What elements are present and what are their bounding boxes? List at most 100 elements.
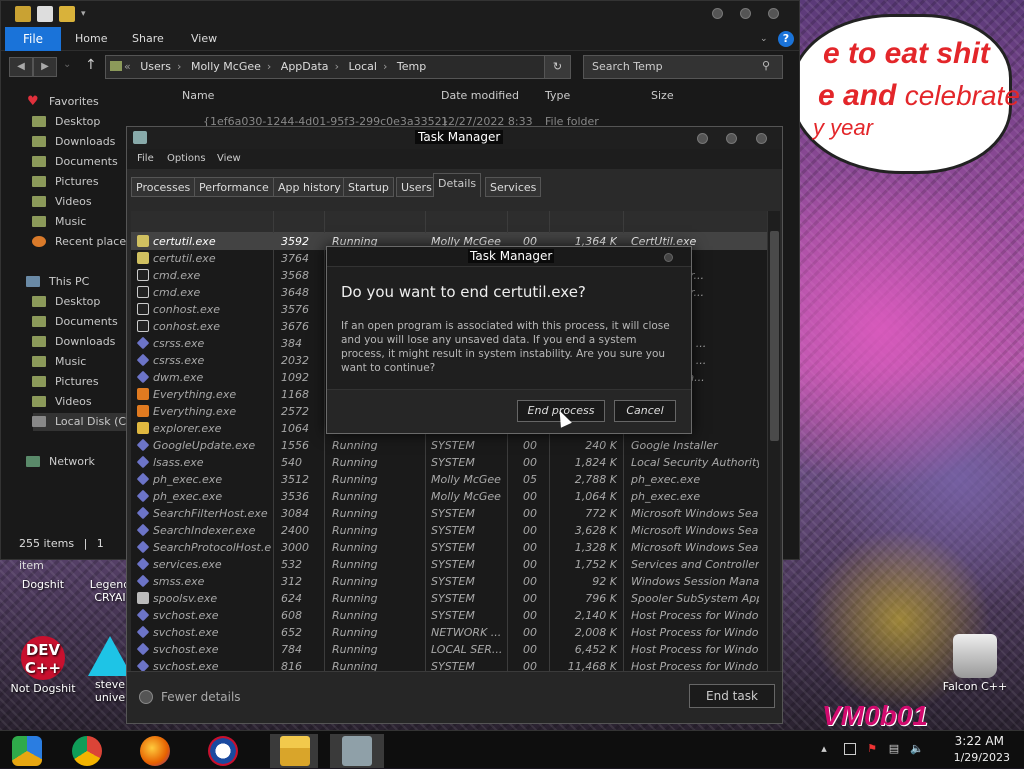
downloads-folder-icon — [32, 136, 46, 147]
crumb-temp[interactable]: Temp — [397, 60, 426, 73]
taskbar-app-task-manager[interactable] — [330, 734, 384, 768]
menu-options[interactable]: Options — [167, 153, 206, 164]
close-button[interactable] — [768, 8, 779, 19]
back-button[interactable]: ◀ — [9, 57, 33, 77]
col-date[interactable]: Date modified — [441, 89, 519, 102]
clock-date[interactable]: 1/29/2023 — [954, 751, 1010, 764]
crumb-users[interactable]: Users — [140, 60, 171, 73]
nav-pc-local-disk[interactable]: Local Disk (C:) — [32, 413, 134, 431]
crumb-local[interactable]: Local — [348, 60, 377, 73]
cell-name: csrss.exe — [153, 337, 205, 350]
table-row[interactable]: spoolsv.exe 624 Running SYSTEM 00 796 K Spoole… — [131, 590, 767, 607]
fewer-details-button[interactable]: Fewer details — [139, 689, 241, 705]
cell-cpu: 00 — [523, 439, 537, 452]
table-row[interactable]: svchost.exe 784 Running LOCAL SER... 00 6,452… — [131, 641, 767, 658]
menu-file[interactable]: File — [137, 153, 154, 164]
tab-services[interactable]: Services — [485, 177, 542, 197]
desktop-icon-falcon[interactable]: Falcon C++ — [932, 634, 1018, 693]
speech-bubble: e to eat shit e and celebrate y year — [790, 14, 1020, 174]
cell-desc: Services and Controller ... — [631, 558, 759, 571]
minimize-button[interactable] — [697, 133, 708, 144]
properties-icon[interactable] — [37, 6, 53, 22]
nav-label: Music — [55, 215, 87, 228]
maximize-button[interactable] — [740, 8, 751, 19]
address-bar[interactable]: « Users › Molly McGee › AppData › Local › Te… — [105, 55, 571, 79]
minimize-button[interactable] — [712, 8, 723, 19]
cell-desc: ph_exec.exe — [631, 490, 701, 503]
downloads-folder-icon — [32, 336, 46, 347]
scrollbar-thumb[interactable] — [770, 231, 779, 441]
table-row[interactable]: GoogleUpdate.exe 1556 Running SYSTEM 00 240 K… — [131, 437, 767, 454]
table-row[interactable]: services.exe 532 Running SYSTEM 00 1,752 K Ser… — [131, 556, 767, 573]
taskbar-app-firefox[interactable] — [130, 734, 180, 768]
table-row[interactable]: ph_exec.exe 3512 Running Molly McGee 05 2,788… — [131, 471, 767, 488]
tray-chevron-up-icon[interactable]: ▴ — [818, 743, 830, 755]
crumb-user[interactable]: Molly McGee — [191, 60, 261, 73]
tab-view[interactable]: View — [191, 27, 217, 51]
cell-user: LOCAL SER... — [431, 643, 503, 656]
show-desktop-icon[interactable] — [844, 743, 856, 755]
col-name[interactable]: Name — [182, 89, 214, 102]
taskbar-app-obama[interactable] — [198, 734, 248, 768]
crumb-appdata[interactable]: AppData — [281, 60, 329, 73]
nav-favorites[interactable]: ♥ Favorites — [27, 93, 99, 111]
close-button[interactable] — [756, 133, 767, 144]
cancel-button[interactable]: Cancel — [614, 400, 676, 422]
tab-processes[interactable]: Processes — [131, 177, 196, 197]
tab-users[interactable]: Users — [396, 177, 437, 197]
desktop-icon-dogshit[interactable]: Dogshit — [0, 578, 86, 591]
new-folder-icon[interactable] — [59, 6, 75, 22]
tab-app-history[interactable]: App history — [273, 177, 346, 197]
tab-home[interactable]: Home — [75, 27, 107, 51]
cell-pid: 312 — [281, 575, 302, 588]
forward-button[interactable]: ▶ — [33, 57, 57, 77]
col-size[interactable]: Size — [651, 89, 674, 102]
cell-user: SYSTEM — [431, 456, 475, 469]
table-row[interactable]: ph_exec.exe 3536 Running Molly McGee 00 1,064… — [131, 488, 767, 505]
tab-startup[interactable]: Startup — [343, 177, 394, 197]
tab-performance[interactable]: Performance — [194, 177, 274, 197]
table-row[interactable]: svchost.exe 816 Running SYSTEM 00 11,468 K Hos… — [131, 658, 767, 671]
table-row[interactable]: lsass.exe 540 Running SYSTEM 00 1,824 K Local … — [131, 454, 767, 471]
folder-icon — [15, 6, 31, 22]
cell-pid: 3512 — [281, 473, 309, 486]
table-row[interactable]: smss.exe 312 Running SYSTEM 00 92 K Windows Se… — [131, 573, 767, 590]
cell-status: Running — [332, 643, 378, 656]
table-row[interactable]: SearchIndexer.exe 2400 Running SYSTEM 00 3,62… — [131, 522, 767, 539]
taskbar-app-file-explorer[interactable] — [270, 734, 318, 768]
end-process-dialog: Task Manager Do you want to end certutil… — [326, 246, 692, 434]
process-table-header — [131, 211, 767, 233]
recent-chevron-icon[interactable]: ⌄ — [63, 59, 71, 70]
cell-mem: 11,468 K — [567, 660, 617, 671]
search-input[interactable]: Search Temp ⚲ — [583, 55, 783, 79]
chevron-down-icon[interactable]: ⌄ — [760, 34, 768, 44]
table-row[interactable]: svchost.exe 652 Running NETWORK ... 00 2,008 … — [131, 624, 767, 641]
taskbar-app-chrome[interactable] — [62, 734, 112, 768]
table-row[interactable]: SearchProtocolHost.exe 3000 Running SYSTEM 0… — [131, 539, 767, 556]
cell-name: spoolsv.exe — [153, 592, 218, 605]
search-icon[interactable]: ⚲ — [762, 59, 778, 75]
tab-file[interactable]: File — [5, 27, 61, 51]
clock-time[interactable]: 3:22 AM — [955, 734, 1004, 748]
menu-view[interactable]: View — [217, 153, 241, 164]
cell-mem: 2,008 K — [574, 626, 617, 639]
cell-status: Running — [332, 592, 378, 605]
dialog-close-button[interactable] — [664, 253, 673, 262]
desktop-icon-not-dogshit[interactable]: DEV C++ Not Dogshit — [0, 636, 86, 695]
volume-icon[interactable]: 🔈 — [910, 743, 924, 755]
action-center-flag-icon[interactable]: ⚑ — [866, 743, 878, 755]
vertical-scrollbar[interactable] — [767, 211, 780, 671]
up-arrow-icon[interactable]: ↑ — [85, 57, 97, 73]
table-row[interactable]: SearchFilterHost.exe 3084 Running SYSTEM 00 7… — [131, 505, 767, 522]
taskbar-app-chrome-alt[interactable] — [2, 734, 52, 768]
end-task-button[interactable]: End task — [689, 684, 775, 708]
help-icon[interactable]: ? — [778, 31, 794, 47]
maximize-button[interactable] — [726, 133, 737, 144]
table-row[interactable]: svchost.exe 608 Running SYSTEM 00 2,140 K Host… — [131, 607, 767, 624]
refresh-button[interactable]: ↻ — [544, 56, 570, 78]
col-type[interactable]: Type — [545, 89, 570, 102]
network-icon[interactable]: ▤ — [888, 743, 900, 755]
chevron-down-icon[interactable]: ▾ — [81, 6, 91, 22]
tab-details[interactable]: Details — [433, 173, 482, 197]
tab-share[interactable]: Share — [132, 27, 164, 51]
